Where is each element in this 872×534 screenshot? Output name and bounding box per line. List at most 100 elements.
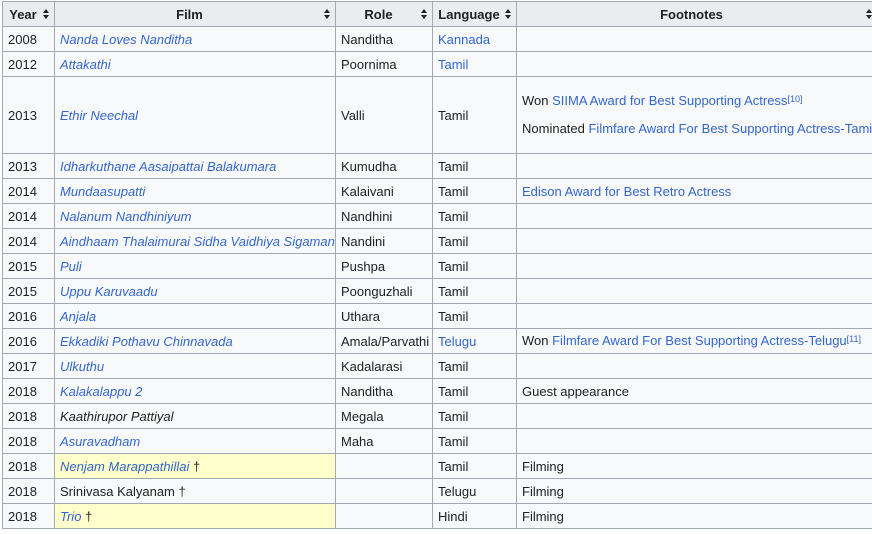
- film-link[interactable]: Uppu Karuvaadu: [60, 284, 158, 299]
- film-link[interactable]: Ekkadiki Pothavu Chinnavada: [60, 334, 233, 349]
- year-text: 2018: [8, 408, 37, 424]
- table-row: 2015 Puli Pushpa Tamil: [2, 253, 872, 279]
- reference-link[interactable]: [10]: [787, 94, 802, 104]
- film-cell: Anjala: [54, 303, 336, 329]
- award-link[interactable]: Filmfare Award For Best Supporting Actre…: [552, 333, 847, 348]
- sort-icon[interactable]: [43, 9, 49, 19]
- film-link[interactable]: Puli: [60, 259, 82, 274]
- table-row: 2018 Srinivasa Kalyanam † Telugu Filming: [2, 478, 872, 504]
- language-cell: Tamil: [432, 303, 517, 329]
- table-row: 2016 Ekkadiki Pothavu Chinnavada Amala/Par…: [2, 328, 872, 354]
- film-link[interactable]: Kalakalappu 2: [60, 384, 142, 399]
- header-role[interactable]: Role: [335, 1, 433, 27]
- film-cell: Srinivasa Kalyanam †: [54, 478, 336, 504]
- language-link[interactable]: Tamil: [438, 57, 468, 72]
- role-text: Nanditha: [341, 31, 394, 47]
- award-link[interactable]: Edison Award for Best Retro Actress: [522, 184, 731, 199]
- reference-link[interactable]: [11]: [847, 334, 861, 344]
- film-link[interactable]: Ethir Neechal: [60, 108, 138, 123]
- table-row: 2014 Aindhaam Thalaimurai Sidha Vaidhiya …: [2, 228, 872, 254]
- won-prefix: Won: [522, 333, 553, 348]
- language-cell: Hindi: [432, 503, 517, 529]
- film-link[interactable]: Nanda Loves Nanditha: [60, 32, 192, 47]
- film-link[interactable]: Nalanum Nandhiniyum: [60, 209, 192, 224]
- language-link[interactable]: Telugu: [438, 334, 476, 349]
- table-row: 2008 Nanda Loves Nanditha Nanditha Kannada: [2, 26, 872, 52]
- language-cell: Telugu: [432, 328, 517, 354]
- film-link[interactable]: Idharkuthane Aasaipattai Balakumara: [60, 159, 276, 174]
- table-row: 2018 Kaathirupor Pattiyal Megala Tamil: [2, 403, 872, 429]
- sort-icon[interactable]: [421, 9, 427, 19]
- film-link[interactable]: Trio: [60, 509, 81, 524]
- header-footnotes[interactable]: Footnotes: [516, 1, 872, 27]
- table-header-row: Year Film Role Language Footnotes: [2, 1, 872, 27]
- film-link[interactable]: Nenjam Marappathillai: [60, 459, 189, 474]
- film-title: Kaathirupor Pattiyal: [60, 408, 174, 424]
- role-cell: Maha: [335, 428, 433, 454]
- language-cell: Tamil: [432, 403, 517, 429]
- table-row: 2014 Nalanum Nandhiniyum Nandhini Tamil: [2, 203, 872, 229]
- footnotes-cell: Guest appearance: [516, 378, 872, 404]
- role-cell: [335, 503, 433, 529]
- award-link[interactable]: Filmfare Award For Best Supporting Actre…: [588, 121, 872, 136]
- film-link[interactable]: Asuravadham: [60, 434, 140, 449]
- year-cell: 2018: [2, 453, 55, 479]
- role-cell: Nanditha: [335, 378, 433, 404]
- header-film[interactable]: Film: [54, 1, 336, 27]
- film-link[interactable]: Anjala: [60, 309, 96, 324]
- film-cell: Kaathirupor Pattiyal: [54, 403, 336, 429]
- year-text: 2014: [8, 208, 37, 224]
- language-cell: Tamil: [432, 453, 517, 479]
- year-cell: 2018: [2, 478, 55, 504]
- film-cell: Kalakalappu 2: [54, 378, 336, 404]
- table-row: 2015 Uppu Karuvaadu Poonguzhali Tamil: [2, 278, 872, 304]
- year-text: 2018: [8, 433, 37, 449]
- film-link[interactable]: Aindhaam Thalaimurai Sidha Vaidhiya Siga…: [60, 234, 335, 249]
- role-cell: Pushpa: [335, 253, 433, 279]
- award-nominated-line: Nominated Filmfare Award For Best Suppor…: [522, 120, 872, 138]
- language-cell: Tamil: [432, 153, 517, 179]
- film-cell: Nanda Loves Nanditha: [54, 26, 336, 52]
- footnote-text: Guest appearance: [522, 383, 629, 399]
- year-cell: 2016: [2, 303, 55, 329]
- language-cell: Tamil: [432, 203, 517, 229]
- footnotes-cell: Filming: [516, 478, 872, 504]
- header-language[interactable]: Language: [432, 1, 517, 27]
- sort-icon[interactable]: [324, 9, 330, 19]
- dagger-mark: †: [192, 458, 201, 474]
- language-text: Tamil: [438, 308, 469, 324]
- role-cell: Poornima: [335, 51, 433, 77]
- footnotes-cell: [516, 428, 872, 454]
- role-text: Megala: [341, 408, 384, 424]
- language-cell: Tamil: [432, 76, 517, 154]
- header-year[interactable]: Year: [2, 1, 55, 27]
- nominated-prefix: Nominated: [522, 121, 589, 136]
- language-text: Tamil: [438, 233, 469, 249]
- film-link[interactable]: Attakathi: [60, 57, 111, 72]
- role-cell: Nanditha: [335, 26, 433, 52]
- film-cell: Puli: [54, 253, 336, 279]
- year-text: 2016: [8, 333, 37, 349]
- table-row: 2018 Nenjam Marappathillai † Tamil Filming: [2, 453, 872, 479]
- language-cell: Tamil: [432, 428, 517, 454]
- language-text: Tamil: [438, 258, 469, 274]
- language-link[interactable]: Kannada: [438, 32, 490, 47]
- role-text: Nandini: [341, 233, 386, 249]
- award-link[interactable]: SIIMA Award for Best Supporting Actress: [552, 93, 787, 108]
- sort-icon[interactable]: [505, 9, 511, 19]
- year-cell: 2014: [2, 228, 55, 254]
- language-text: Tamil: [438, 458, 469, 474]
- sort-icon[interactable]: [866, 9, 872, 19]
- year-text: 2018: [8, 483, 37, 499]
- film-link[interactable]: Ulkuthu: [60, 359, 104, 374]
- table-row: 2017 Ulkuthu Kadalarasi Tamil: [2, 353, 872, 379]
- language-text: Tamil: [438, 358, 469, 374]
- year-cell: 2008: [2, 26, 55, 52]
- language-cell: Kannada: [432, 26, 517, 52]
- footnotes-cell: [516, 26, 872, 52]
- table-row: 2018 Trio † Hindi Filming: [2, 503, 872, 529]
- role-text: Poonguzhali: [341, 283, 413, 299]
- film-link[interactable]: Mundaasupatti: [60, 184, 145, 199]
- footnotes-cell: Won Filmfare Award For Best Supporting A…: [516, 328, 872, 354]
- film-cell: Uppu Karuvaadu: [54, 278, 336, 304]
